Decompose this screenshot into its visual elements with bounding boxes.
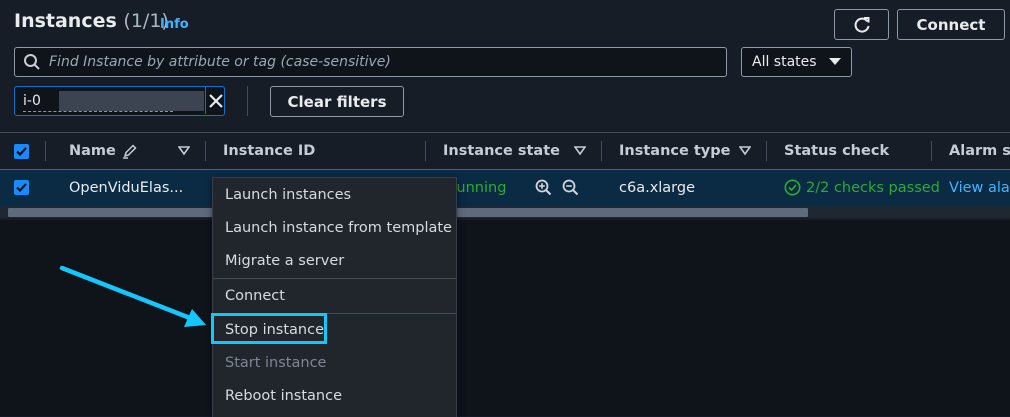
annotation-arrow-icon [59,265,206,327]
